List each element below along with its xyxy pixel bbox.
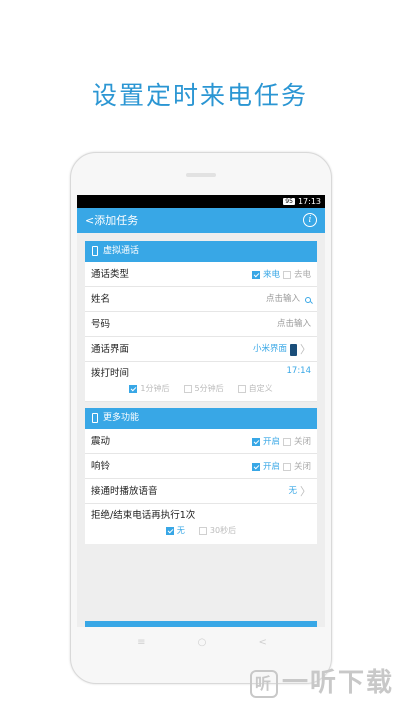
checkbox-icon <box>282 270 291 279</box>
phone-frame: 95 17:13 <添加任务 i 虚拟通话 通话类型 来电 去电 姓名 点击输入… <box>70 152 332 684</box>
dial-time-label: 拨打时间 <box>91 368 130 379</box>
ring-on-option[interactable]: 开启 <box>251 461 280 473</box>
checkbox-icon <box>198 527 207 535</box>
ring-off-option[interactable]: 关闭 <box>282 461 311 473</box>
section-title: 虚拟通话 <box>103 246 140 256</box>
one-minute-option[interactable]: 1分钟后 <box>129 383 170 395</box>
phone-screen: 95 17:13 <添加任务 i 虚拟通话 通话类型 来电 去电 姓名 点击输入… <box>77 195 325 627</box>
watermark: 听一听下载 <box>249 662 394 699</box>
call-ui-value: 小米界面 <box>252 344 287 354</box>
name-row[interactable]: 姓名 点击输入 <box>85 287 317 312</box>
checkbox-icon <box>282 437 291 446</box>
vibrate-label: 震动 <box>91 436 111 447</box>
outgoing-option[interactable]: 去电 <box>282 269 311 281</box>
checkbox-checked-icon <box>251 462 260 471</box>
checkbox-checked-icon <box>129 385 138 393</box>
status-bar: 95 17:13 <box>77 195 325 208</box>
back-key-icon[interactable]: < <box>259 637 267 648</box>
nav-keys: ≡ ○ < <box>71 637 333 648</box>
incoming-option[interactable]: 来电 <box>251 269 280 281</box>
vibrate-row: 震动 开启 关闭 <box>85 429 317 454</box>
checkbox-icon <box>183 385 192 393</box>
voice-row[interactable]: 接通时播放语音 无〉 <box>85 479 317 504</box>
home-key-icon[interactable]: ○ <box>198 637 207 648</box>
watermark-text: 一听下载 <box>281 668 394 698</box>
phone-thumbnail-icon <box>290 343 297 356</box>
checkbox-checked-icon <box>251 437 260 446</box>
status-time: 17:13 <box>297 197 321 206</box>
search-icon[interactable] <box>305 296 311 303</box>
section-title: 更多功能 <box>103 413 140 423</box>
watermark-logo-icon: 听 <box>249 669 278 698</box>
five-minute-option[interactable]: 5分钟后 <box>183 383 224 395</box>
section-more-header: 更多功能 <box>85 408 317 429</box>
headline: 设置定时来电任务 <box>91 81 308 110</box>
call-ui-label: 通话界面 <box>91 344 130 355</box>
dial-time-value: 17:14 <box>286 366 312 376</box>
ring-label: 响铃 <box>91 461 111 472</box>
number-label: 号码 <box>91 319 111 330</box>
virtual-call-card: 通话类型 来电 去电 姓名 点击输入 号码 点击输入 通话界面 小米界面 〉 拨打… <box>85 262 317 402</box>
battery-icon: 95 <box>283 198 295 205</box>
custom-option[interactable]: 自定义 <box>237 383 273 395</box>
phone-icon <box>92 413 98 423</box>
menu-key-icon[interactable]: ≡ <box>137 637 145 648</box>
phone-icon <box>92 246 98 256</box>
checkbox-icon <box>237 385 246 393</box>
chevron-right-icon: 〉 <box>300 343 311 356</box>
voice-label: 接通时播放语音 <box>91 486 158 497</box>
voice-value: 无 <box>288 486 297 496</box>
repeat-30s-option[interactable]: 30秒后 <box>198 525 236 537</box>
section-virtual-call-header: 虚拟通话 <box>85 241 317 262</box>
dial-time-row: 拨打时间 17:14 1分钟后 5分钟后 自定义 <box>85 362 317 402</box>
phone-speaker <box>186 173 216 177</box>
checkbox-checked-icon <box>251 270 260 279</box>
call-type-row: 通话类型 来电 去电 <box>85 262 317 287</box>
call-type-label: 通话类型 <box>91 269 130 280</box>
name-label: 姓名 <box>91 294 111 305</box>
chevron-right-icon: 〉 <box>300 485 311 498</box>
more-functions-card: 震动 开启 关闭 响铃 开启 关闭 接通时播放语音 无〉 拒绝/结束电话再执行1… <box>85 429 317 544</box>
repeat-none-option[interactable]: 无 <box>165 525 185 537</box>
ring-row: 响铃 开启 关闭 <box>85 454 317 479</box>
back-button[interactable]: <添加任务 <box>85 214 138 227</box>
vibrate-on-option[interactable]: 开启 <box>251 436 280 448</box>
bottom-button-strip[interactable] <box>85 621 317 627</box>
repeat-row: 拒绝/结束电话再执行1次 无 30秒后 <box>85 504 317 544</box>
number-row[interactable]: 号码 点击输入 <box>85 312 317 337</box>
checkbox-checked-icon <box>165 527 174 535</box>
vibrate-off-option[interactable]: 关闭 <box>282 436 311 448</box>
app-bar: <添加任务 i <box>77 208 325 233</box>
repeat-label: 拒绝/结束电话再执行1次 <box>91 510 196 521</box>
number-input[interactable]: 点击输入 <box>277 312 311 337</box>
checkbox-icon <box>282 462 291 471</box>
call-ui-row[interactable]: 通话界面 小米界面 〉 <box>85 337 317 362</box>
name-input[interactable]: 点击输入 <box>266 287 300 312</box>
info-icon[interactable]: i <box>303 213 317 227</box>
